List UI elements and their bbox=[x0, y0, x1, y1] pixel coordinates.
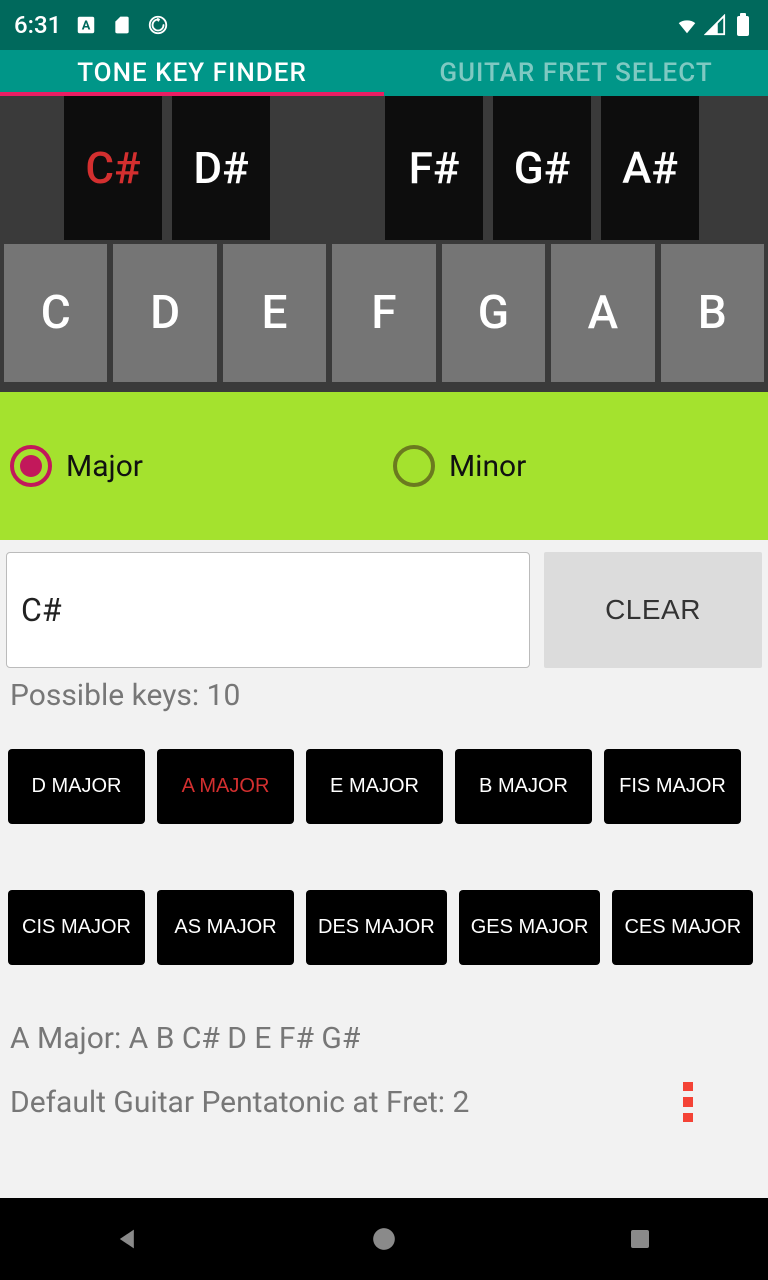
piano-keyboard: C# D# F# G# A# C D E F G A B bbox=[0, 96, 768, 392]
possible-keys-label: Possible keys: 10 bbox=[0, 676, 768, 729]
key-chip[interactable]: AS MAJOR bbox=[157, 890, 294, 965]
key-chip[interactable]: FIS MAJOR bbox=[604, 749, 741, 824]
key-chip-grid: D MAJOR A MAJOR E MAJOR B MAJOR FIS MAJO… bbox=[0, 729, 768, 965]
key-chip[interactable]: CIS MAJOR bbox=[8, 890, 145, 965]
status-left: 6:31 A bbox=[14, 11, 169, 39]
key-chip[interactable]: A MAJOR bbox=[157, 749, 294, 824]
keyboard-icon: A bbox=[75, 14, 97, 36]
white-key-f[interactable]: F bbox=[332, 244, 435, 382]
black-keys-row: C# D# F# G# A# bbox=[0, 96, 768, 240]
status-right bbox=[676, 14, 754, 36]
black-key-c-sharp[interactable]: C# bbox=[64, 96, 162, 240]
sync-icon bbox=[147, 14, 169, 36]
tab-guitar-fret-select[interactable]: GUITAR FRET SELECT bbox=[384, 50, 768, 96]
more-options-icon[interactable] bbox=[668, 1082, 708, 1122]
white-key-e[interactable]: E bbox=[223, 244, 326, 382]
battery-icon bbox=[732, 14, 754, 36]
nav-bar bbox=[0, 1198, 768, 1280]
black-key-d-sharp[interactable]: D# bbox=[172, 96, 270, 240]
mode-selector: Major Minor bbox=[0, 392, 768, 540]
pentatonic-label: Default Guitar Pentatonic at Fret: 2 bbox=[10, 1085, 469, 1120]
wifi-icon bbox=[676, 14, 698, 36]
white-keys-row: C D E F G A B bbox=[0, 240, 768, 386]
radio-minor-circle bbox=[393, 445, 435, 487]
radio-minor[interactable]: Minor bbox=[393, 445, 526, 487]
signal-icon bbox=[704, 14, 726, 36]
radio-major[interactable]: Major bbox=[10, 445, 143, 487]
white-key-b[interactable]: B bbox=[661, 244, 764, 382]
tab-bar: TONE KEY FINDER GUITAR FRET SELECT bbox=[0, 50, 768, 96]
radio-major-circle bbox=[10, 445, 52, 487]
nav-home-icon[interactable] bbox=[364, 1219, 404, 1259]
black-key-a-sharp[interactable]: A# bbox=[601, 96, 699, 240]
note-input[interactable]: C# bbox=[6, 552, 530, 668]
radio-major-label: Major bbox=[66, 449, 143, 484]
clock-text: 6:31 bbox=[14, 11, 61, 39]
white-key-g[interactable]: G bbox=[442, 244, 545, 382]
white-key-c[interactable]: C bbox=[4, 244, 107, 382]
key-chip[interactable]: CES MAJOR bbox=[612, 890, 753, 965]
white-key-d[interactable]: D bbox=[113, 244, 216, 382]
key-chip[interactable]: GES MAJOR bbox=[459, 890, 601, 965]
scale-notes-label: A Major: A B C# D E F# G# bbox=[0, 965, 768, 1060]
pentatonic-row: Default Guitar Pentatonic at Fret: 2 bbox=[0, 1060, 768, 1122]
black-key-g-sharp[interactable]: G# bbox=[493, 96, 591, 240]
black-key-f-sharp[interactable]: F# bbox=[385, 96, 483, 240]
key-chip[interactable]: E MAJOR bbox=[306, 749, 443, 824]
sd-card-icon bbox=[111, 14, 133, 36]
key-chip[interactable]: D MAJOR bbox=[8, 749, 145, 824]
nav-back-icon[interactable] bbox=[108, 1219, 148, 1259]
clear-button[interactable]: CLEAR bbox=[544, 552, 762, 668]
input-row: C# CLEAR bbox=[0, 540, 768, 676]
radio-minor-label: Minor bbox=[449, 449, 526, 484]
key-chip[interactable]: B MAJOR bbox=[455, 749, 592, 824]
nav-recent-icon[interactable] bbox=[620, 1219, 660, 1259]
key-chip[interactable]: DES MAJOR bbox=[306, 890, 447, 965]
status-bar: 6:31 A bbox=[0, 0, 768, 50]
white-key-a[interactable]: A bbox=[551, 244, 654, 382]
tab-tone-key-finder[interactable]: TONE KEY FINDER bbox=[0, 50, 384, 96]
svg-text:A: A bbox=[82, 19, 91, 34]
